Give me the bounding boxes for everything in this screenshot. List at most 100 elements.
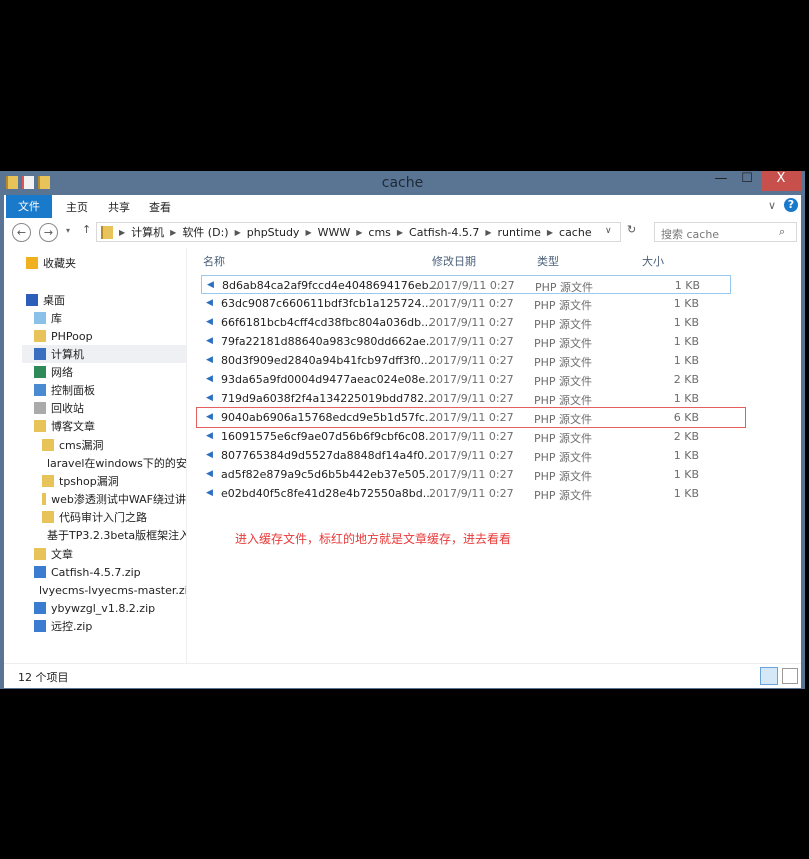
sidebar-item-label: 桌面 (43, 294, 65, 307)
php-file-icon: ◀ (206, 336, 213, 346)
tab-file[interactable]: 文件 (6, 195, 52, 218)
crumb[interactable]: 软件 (D:) (182, 224, 228, 240)
php-file-icon: ◀ (206, 450, 213, 460)
back-button[interactable]: ← (12, 223, 31, 242)
php-file-icon: ◀ (206, 431, 213, 441)
maximize-button[interactable]: ☐ (735, 171, 759, 191)
sidebar-item[interactable]: ybywzgl_v1.8.2.zip (34, 599, 186, 617)
sidebar-item[interactable]: PHPoop (34, 327, 186, 345)
file-row[interactable]: ◀ 80d3f909ed2840a94b41fcb97dff3f0... 2017/… (201, 351, 731, 370)
crumb[interactable]: 计算机 (131, 224, 164, 240)
crumb[interactable]: cms (368, 226, 391, 239)
search-icon[interactable]: ⌕ (779, 225, 785, 239)
tab-home[interactable]: 主页 (66, 199, 88, 215)
file-row[interactable]: ◀ 93da65a9fd0004d9477aeac024e08e... 2017/9… (201, 370, 731, 389)
file-type: PHP 源文件 (534, 432, 593, 445)
crumb[interactable]: Catfish-4.5.7 (409, 226, 479, 239)
file-type: PHP 源文件 (534, 375, 593, 388)
file-date: 2017/9/11 0:27 (429, 297, 514, 310)
zip-icon (34, 620, 46, 632)
file-date: 2017/9/11 0:27 (429, 430, 514, 443)
sidebar-item-label: web渗透测试中WAF绕过讲 (51, 493, 186, 506)
sidebar-item[interactable]: 库 (34, 309, 186, 327)
sidebar-item[interactable]: 文章 (34, 545, 186, 563)
file-name: 16091575e6cf9ae07d56b6f9cbf6c08... (221, 430, 436, 443)
minimize-button[interactable]: — (709, 171, 733, 191)
crumb[interactable]: runtime (498, 226, 541, 239)
column-type[interactable]: 类型 (537, 253, 559, 269)
recycle-bin-icon (34, 402, 46, 414)
sidebar-item[interactable]: laravel在windows下的的安 (42, 454, 186, 472)
crumb[interactable]: phpStudy (247, 226, 300, 239)
sidebar-item[interactable]: 计算机 (22, 345, 186, 363)
column-size[interactable]: 大小 (642, 253, 664, 269)
file-type: PHP 源文件 (534, 299, 593, 312)
file-name: 80d3f909ed2840a94b41fcb97dff3f0... (221, 354, 432, 367)
file-row[interactable]: ◀ e02bd40f5c8fe41d28e4b72550a8bd... 2017/9… (201, 484, 731, 503)
network-icon (34, 366, 46, 378)
sidebar-item[interactable]: 回收站 (34, 399, 186, 417)
recent-locations-icon[interactable]: ▾ (66, 226, 70, 235)
crumb[interactable]: cache (559, 226, 592, 239)
large-icons-view-button[interactable] (782, 668, 798, 684)
tab-view[interactable]: 查看 (149, 199, 171, 215)
sidebar-item[interactable]: 收藏夹 (26, 254, 186, 272)
file-size: 1 KB (673, 316, 699, 329)
php-file-icon: ◀ (207, 280, 214, 290)
tab-share[interactable]: 共享 (108, 199, 130, 215)
sidebar-item[interactable]: cms漏洞 (42, 436, 186, 454)
folder-icon (42, 475, 54, 487)
search-input[interactable]: 搜索 cache (654, 222, 797, 242)
up-button[interactable]: ↑ (82, 223, 91, 236)
sidebar-item[interactable]: Catfish-4.5.7.zip (34, 563, 186, 581)
file-name: 719d9a6038f2f4a134225019bdd782... (221, 392, 435, 405)
file-date: 2017/9/11 0:27 (430, 279, 515, 292)
file-type: PHP 源文件 (534, 318, 593, 331)
help-icon[interactable]: ? (784, 198, 798, 212)
file-row[interactable]: ◀ 719d9a6038f2f4a134225019bdd782... 2017/9… (201, 389, 731, 408)
address-dropdown-icon[interactable]: ∨ (605, 226, 612, 236)
sidebar-item[interactable]: 网络 (34, 363, 186, 381)
explorer-window: cache — ☐ X 文件 主页 共享 查看 ∨ ? ← → ▾ ↑ ▶ 计算机… (0, 171, 805, 689)
sidebar-item[interactable]: 远控.zip (34, 617, 186, 635)
zip-icon (34, 602, 46, 614)
favorites-icon (26, 257, 38, 269)
file-row[interactable]: ◀ 79fa22181d88640a983c980dd662ae... 2017/9… (201, 332, 731, 351)
php-file-icon: ◀ (206, 488, 213, 498)
expand-ribbon-icon[interactable]: ∨ (768, 199, 776, 212)
sidebar-item[interactable]: 控制面板 (34, 381, 186, 399)
file-row[interactable]: ◀ 807765384d9d5527da8848df14a4f0... 2017/9… (201, 446, 731, 465)
sidebar-item-label: ybywzgl_v1.8.2.zip (51, 601, 156, 615)
close-button[interactable]: X (761, 171, 801, 191)
forward-button[interactable]: → (39, 223, 58, 242)
file-date: 2017/9/11 0:27 (429, 316, 514, 329)
crumb[interactable]: WWW (318, 226, 351, 239)
file-name: ad5f82e879a9c5d6b5b442eb37e505... (221, 468, 437, 481)
column-name[interactable]: 名称 (203, 253, 225, 269)
address-bar-row: ← → ▾ ↑ ▶ 计算机 ▶ 软件 (D:) ▶ phpStudy ▶ WWW ▶ cm… (4, 218, 801, 248)
sidebar-item[interactable]: lvyecms-lvyecms-master.zip (34, 581, 186, 599)
sidebar-item[interactable]: 代码审计入门之路 (42, 508, 186, 526)
file-row[interactable]: ◀ 8d6ab84ca2af9fccd4e4048694176eb... 2017/… (201, 275, 731, 294)
sidebar-item[interactable]: 桌面 (26, 291, 186, 309)
sidebar-item[interactable]: tpshop漏洞 (42, 472, 186, 490)
breadcrumb[interactable]: ▶ 计算机 ▶ 软件 (D:) ▶ phpStudy ▶ WWW ▶ cms ▶ Catfi… (96, 222, 621, 242)
php-file-icon: ◀ (206, 355, 213, 365)
details-view-button[interactable] (760, 667, 778, 685)
refresh-icon[interactable]: ↻ (627, 223, 636, 236)
file-type: PHP 源文件 (534, 394, 593, 407)
libraries-icon (34, 312, 46, 324)
file-size: 1 KB (673, 449, 699, 462)
file-row[interactable]: ◀ 16091575e6cf9ae07d56b6f9cbf6c08... 2017/… (201, 427, 731, 446)
sidebar-item[interactable]: 博客文章 (34, 417, 186, 435)
sidebar-item-label: 文章 (51, 548, 73, 561)
computer-icon (34, 348, 46, 360)
sidebar-item[interactable]: 基于TP3.2.3beta版框架注入 (42, 526, 186, 544)
sidebar-item[interactable]: web渗透测试中WAF绕过讲 (42, 490, 186, 508)
file-row[interactable]: ◀ ad5f82e879a9c5d6b5b442eb37e505... 2017/9… (201, 465, 731, 484)
file-row[interactable]: ◀ 66f6181bcb4cff4cd38fbc804a036db... 2017/… (201, 313, 731, 332)
control-panel-icon (34, 384, 46, 396)
column-date[interactable]: 修改日期 (432, 253, 476, 269)
file-row[interactable]: ◀ 63dc9087c660611bdf3fcb1a125724... 2017/9… (201, 294, 731, 313)
window-title: cache (381, 175, 424, 191)
